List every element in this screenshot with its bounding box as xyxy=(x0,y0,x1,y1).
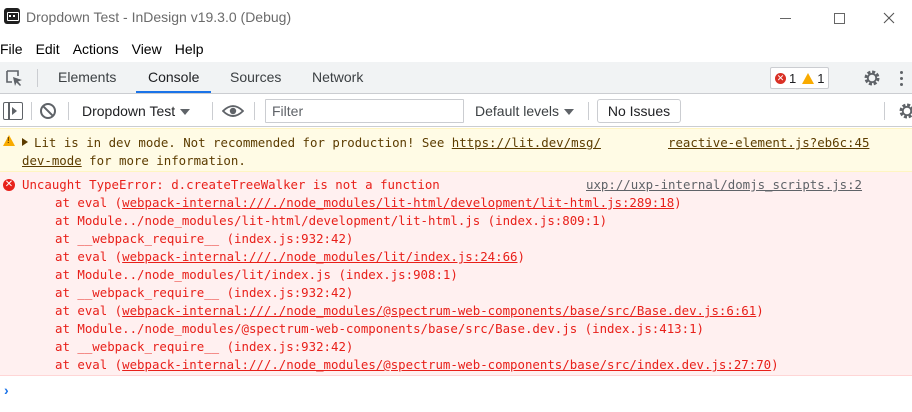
log-levels-selector[interactable]: Default levels xyxy=(475,101,575,121)
error-icon: ✕ xyxy=(3,179,15,191)
stack-frame-text: at __webpack_require__ (index.js:932:42) xyxy=(55,285,354,300)
context-selector[interactable]: Dropdown Test xyxy=(82,101,191,121)
warning-link-devmode[interactable]: dev-mode xyxy=(22,153,82,168)
stack-frame-text: at eval ( xyxy=(55,357,123,372)
stack-frame: at __webpack_require__ (index.js:932:42) xyxy=(55,338,353,356)
menu-help[interactable]: Help xyxy=(175,41,204,57)
stack-frame-text: at eval ( xyxy=(55,303,123,318)
stack-frame: at eval (webpack-internal:///./node_modu… xyxy=(55,356,779,374)
expand-arrow-icon[interactable] xyxy=(22,138,28,146)
close-button[interactable] xyxy=(866,0,912,36)
warning-message: Lit is in dev mode. Not recommended for … xyxy=(0,128,912,172)
stack-frame: at eval (webpack-internal:///./node_modu… xyxy=(55,302,764,320)
toolbar-divider xyxy=(212,102,213,120)
maximize-icon xyxy=(833,12,845,24)
menu-edit[interactable]: Edit xyxy=(36,41,60,57)
toolbar-divider xyxy=(588,102,589,120)
chevron-down-icon xyxy=(180,109,191,116)
minimize-icon xyxy=(779,17,791,19)
issues-button[interactable]: No Issues xyxy=(597,99,681,123)
toolbar-divider xyxy=(31,102,32,120)
console-toolbar: Dropdown Test Default levels No Issues xyxy=(0,95,912,127)
menu-bar: File Edit Actions View Help xyxy=(0,36,912,62)
filter-input[interactable] xyxy=(265,99,464,123)
console-settings-gear-icon[interactable] xyxy=(897,101,912,121)
error-count: 1 xyxy=(789,70,797,86)
context-label: Dropdown Test xyxy=(82,103,176,119)
stack-frame-link[interactable]: webpack-internal:///./node_modules/lit/i… xyxy=(122,249,517,264)
error-message: ✕ Uncaught TypeError: d.createTreeWalker… xyxy=(0,172,912,376)
stack-frame-text: at eval ( xyxy=(55,195,123,210)
live-expression-eye-icon[interactable] xyxy=(222,103,244,119)
stack-frame-link[interactable]: webpack-internal:///./node_modules/lit-h… xyxy=(122,195,674,210)
show-sidebar-icon[interactable] xyxy=(3,102,23,120)
warning-count: 1 xyxy=(817,70,825,86)
stack-frame-text: at eval ( xyxy=(55,249,123,264)
stack-frame: at __webpack_require__ (index.js:932:42) xyxy=(55,284,353,302)
log-levels-label: Default levels xyxy=(475,103,560,119)
stack-frame: at Module../node_modules/@spectrum-web-c… xyxy=(55,320,704,338)
more-options-icon[interactable] xyxy=(896,69,906,87)
inspect-element-icon[interactable] xyxy=(4,68,24,88)
stack-frame: at Module../node_modules/lit-html/develo… xyxy=(55,212,607,230)
warning-tail: for more information. xyxy=(81,153,246,168)
app-icon xyxy=(4,8,20,24)
window-title: Dropdown Test - InDesign v19.3.0 (Debug) xyxy=(26,9,292,25)
tab-elements[interactable]: Elements xyxy=(46,62,128,93)
issue-counter[interactable]: ✕ 1 1 xyxy=(770,67,830,89)
stack-frame-text: ) xyxy=(756,303,764,318)
menu-file[interactable]: File xyxy=(0,41,23,57)
minimize-button[interactable] xyxy=(762,0,808,36)
toolbar-divider xyxy=(68,102,69,120)
stack-frame: at Module../node_modules/lit/index.js (i… xyxy=(55,266,458,284)
toolbar-divider xyxy=(254,102,255,120)
close-icon xyxy=(883,12,895,24)
warning-count-icon xyxy=(802,72,815,84)
stack-frame-text: ) xyxy=(517,249,525,264)
tabbar-divider xyxy=(37,69,38,87)
stack-frame-text: at __webpack_require__ (index.js:932:42) xyxy=(55,231,354,246)
menu-actions[interactable]: Actions xyxy=(73,41,119,57)
stack-frame-text: at __webpack_require__ (index.js:932:42) xyxy=(55,339,354,354)
warning-link[interactable]: https://lit.dev/msg/ xyxy=(452,135,601,150)
console-output: Lit is in dev mode. Not recommended for … xyxy=(0,128,912,412)
error-source-link[interactable]: uxp://uxp-internal/domjs_scripts.js:2 xyxy=(586,176,862,194)
stack-frame: at eval (webpack-internal:///./node_modu… xyxy=(55,248,525,266)
warning-line-2: dev-mode for more information. xyxy=(22,152,246,170)
stack-frame-link[interactable]: webpack-internal:///./node_modules/@spec… xyxy=(122,303,756,318)
devtools-tab-bar: Elements Console Sources Network ✕ 1 1 xyxy=(0,62,912,94)
stack-frame: at eval (webpack-internal:///./node_modu… xyxy=(55,194,682,212)
stack-frame-text: at Module../node_modules/lit/index.js (i… xyxy=(55,267,458,282)
stack-frame-text: ) xyxy=(771,357,779,372)
chevron-down-icon xyxy=(564,109,575,116)
maximize-button[interactable] xyxy=(816,0,862,36)
toolbar-divider xyxy=(884,102,885,120)
clear-console-icon[interactable] xyxy=(40,103,56,119)
stack-frame-text: ) xyxy=(674,195,682,210)
tab-sources[interactable]: Sources xyxy=(218,62,293,93)
error-text: Uncaught TypeError: d.createTreeWalker i… xyxy=(22,177,440,192)
stack-frame-link[interactable]: webpack-internal:///./node_modules/@spec… xyxy=(122,357,771,372)
warning-source-link[interactable]: reactive-element.js?eb6c:45 xyxy=(668,134,869,152)
tab-console[interactable]: Console xyxy=(136,62,212,93)
title-bar: Dropdown Test - InDesign v19.3.0 (Debug) xyxy=(0,0,912,36)
warning-line-1: Lit is in dev mode. Not recommended for … xyxy=(22,134,601,152)
settings-gear-icon[interactable] xyxy=(862,68,882,88)
error-count-icon: ✕ xyxy=(775,72,786,84)
menu-view[interactable]: View xyxy=(132,41,162,57)
stack-frame: at __webpack_require__ (index.js:932:42) xyxy=(55,230,353,248)
console-prompt[interactable]: › xyxy=(4,382,9,398)
stack-frame-text: at Module../node_modules/lit-html/develo… xyxy=(55,213,608,228)
tab-network[interactable]: Network xyxy=(300,62,375,93)
warning-icon xyxy=(3,135,15,146)
warning-text: Lit is in dev mode. Not recommended for … xyxy=(34,135,452,150)
stack-frame-text: at Module../node_modules/@spectrum-web-c… xyxy=(55,321,705,336)
